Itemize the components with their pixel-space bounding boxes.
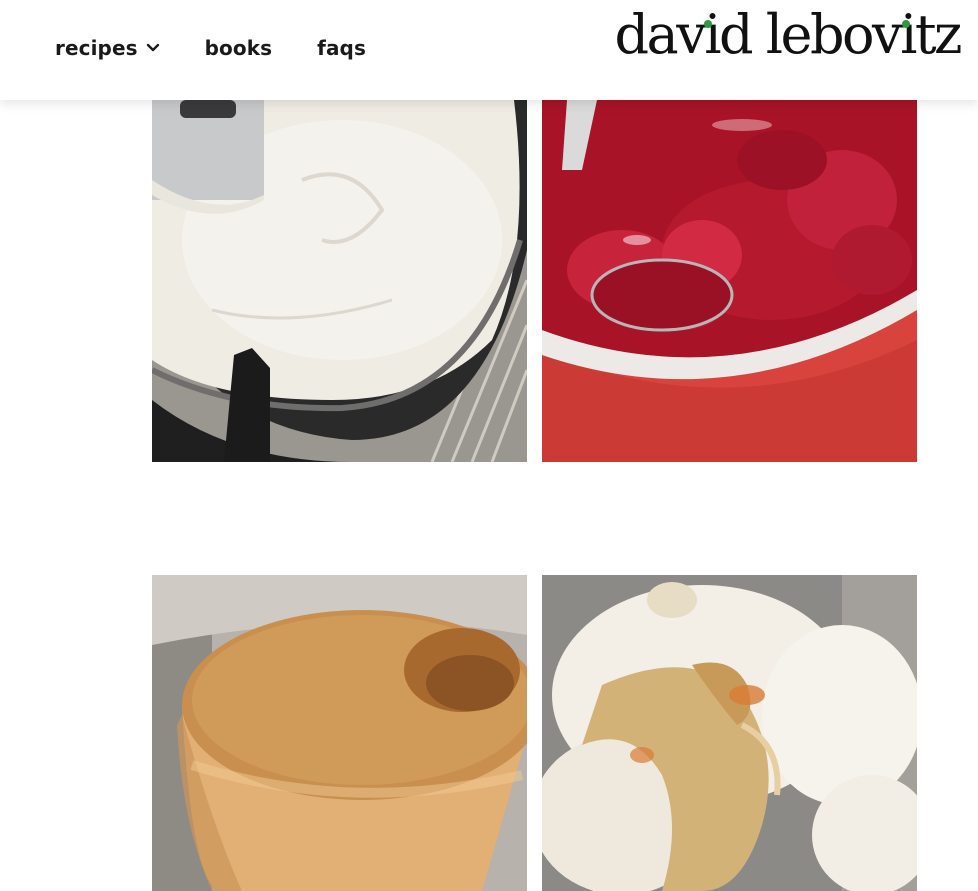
logo-dot-i-2	[902, 20, 910, 28]
nav-faqs[interactable]: faqs	[317, 36, 366, 60]
nav-books[interactable]: books	[205, 36, 273, 60]
photo-cake-batter[interactable]	[152, 100, 527, 462]
photo-angel-food-cake[interactable]	[152, 575, 527, 891]
logo-dot-i	[704, 20, 712, 28]
nav-recipes[interactable]: recipes	[55, 36, 160, 60]
nav-books-label: books	[204, 36, 273, 60]
photo-caramel-cream[interactable]	[542, 575, 917, 891]
photo-strawberry-sauce[interactable]	[542, 100, 917, 462]
chevron-down-icon	[146, 43, 160, 53]
site-header: recipes books faqs david lebovitz	[0, 0, 978, 100]
site-logo[interactable]: david lebovitz	[614, 8, 962, 62]
logo-text: david lebovitz	[614, 3, 962, 66]
main-nav: recipes books faqs	[55, 36, 366, 60]
nav-faqs-label: faqs	[317, 36, 366, 60]
nav-recipes-label: recipes	[55, 36, 138, 60]
